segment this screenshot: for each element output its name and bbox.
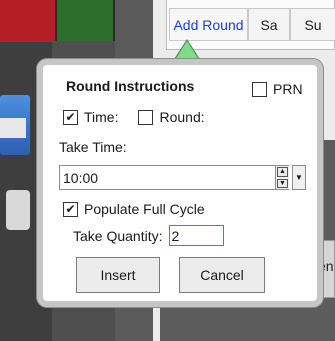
spin-up-icon[interactable]: ▲: [277, 167, 288, 177]
take-quantity-input[interactable]: 2: [168, 225, 224, 246]
take-quantity-value: 2: [171, 227, 180, 244]
cancel-button[interactable]: Cancel: [179, 257, 265, 293]
background-red-panel: [0, 0, 57, 41]
round-checkbox[interactable]: [138, 109, 154, 125]
tab-sa[interactable]: Sa: [248, 8, 290, 41]
take-time-label: Take Time:: [59, 139, 127, 155]
tab-add-round[interactable]: Add Round: [169, 8, 248, 41]
prn-checkbox-row[interactable]: PRN: [252, 81, 303, 97]
bottle-label: [0, 118, 26, 138]
spin-down-icon[interactable]: ▼: [277, 178, 288, 188]
take-quantity-label: Take Quantity:: [73, 227, 163, 244]
round-label: Round:: [159, 109, 205, 125]
populate-full-cycle-checkbox[interactable]: ✔: [63, 201, 78, 217]
time-checkbox[interactable]: ✔: [63, 109, 78, 125]
populate-row: ✔ Populate Full Cycle: [63, 201, 205, 217]
take-time-value: 10:00: [63, 169, 99, 186]
prn-checkbox[interactable]: [252, 81, 267, 97]
time-spinner[interactable]: ▲ ▼: [275, 166, 289, 189]
time-label: Time:: [84, 109, 119, 125]
take-time-input[interactable]: 10:00: [59, 165, 289, 190]
prn-label: PRN: [273, 81, 303, 97]
take-quantity-row: Take Quantity: 2: [73, 225, 224, 246]
popup-title: Round Instructions: [66, 78, 195, 94]
chevron-down-icon[interactable]: ▼: [292, 165, 306, 190]
round-instructions-popup: Round Instructions PRN ✔ Time: Round: Ta…: [37, 59, 323, 307]
populate-full-cycle-label: Populate Full Cycle: [84, 201, 205, 217]
time-round-row: ✔ Time: Round:: [63, 109, 205, 125]
insert-button[interactable]: Insert: [76, 257, 160, 293]
tab-su[interactable]: Su: [290, 8, 335, 41]
container-image: [6, 190, 30, 230]
background-green-panel: [57, 0, 115, 41]
